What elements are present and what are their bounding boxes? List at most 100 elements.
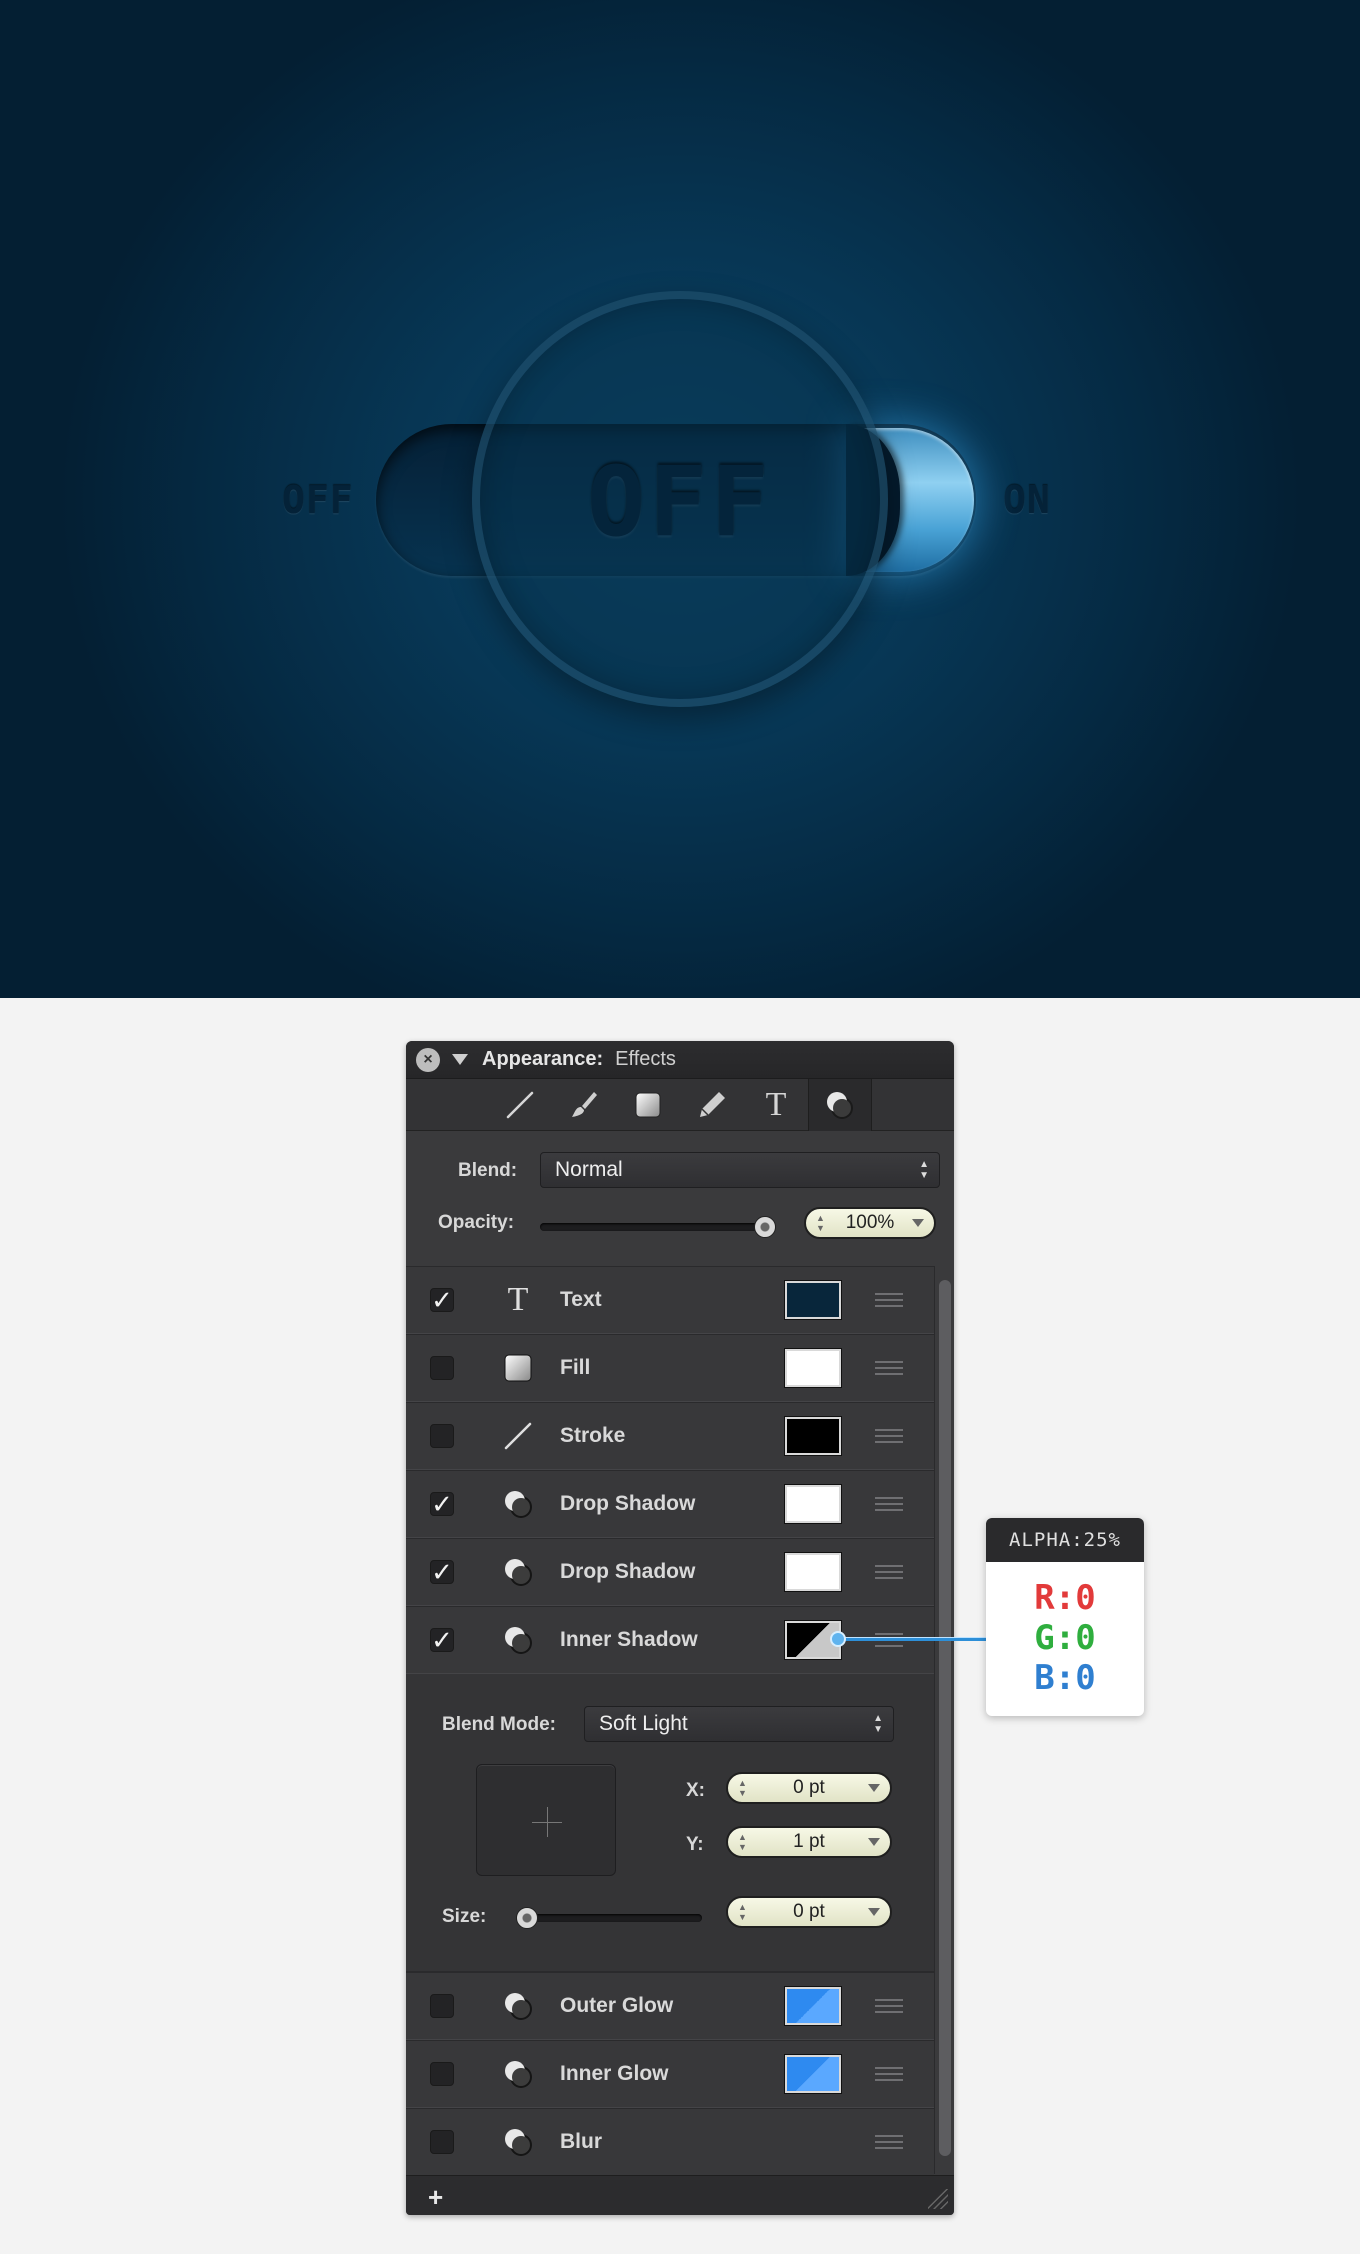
stepper-icon[interactable]: ▲ ▼ <box>738 1778 747 1798</box>
effect-checkbox[interactable]: ✓ <box>430 1627 454 1653</box>
x-offset-field[interactable]: ▲ ▼ 0 pt <box>726 1772 892 1804</box>
opacity-row: Opacity: <box>438 1212 514 1234</box>
effect-checkbox[interactable]: ✓ <box>430 1489 454 1519</box>
color-swatch[interactable] <box>785 1553 841 1591</box>
dropdown-icon[interactable] <box>868 1838 880 1846</box>
appearance-toolbar: T <box>406 1078 954 1131</box>
shadow-icon <box>500 1486 536 1522</box>
blue-value: B:0 <box>1034 1658 1096 1698</box>
color-swatch[interactable] <box>785 1485 841 1523</box>
effect-label: Drop Shadow <box>560 1560 696 1583</box>
dropdown-icon[interactable] <box>868 1784 880 1792</box>
shadow-icon <box>500 2124 536 2160</box>
add-effect-button[interactable]: + <box>428 2182 443 2213</box>
blend-label: Blend: <box>458 1160 518 1181</box>
effect-row[interactable]: Stroke <box>406 1402 934 1470</box>
effect-row[interactable]: Blur <box>406 2108 934 2176</box>
effects-tool-icon[interactable] <box>808 1078 872 1131</box>
y-offset-field[interactable]: ▲ ▼ 1 pt <box>726 1826 892 1858</box>
effect-checkbox[interactable] <box>430 1994 454 2018</box>
brush-tool-icon[interactable] <box>552 1079 616 1131</box>
text-icon: T <box>507 1281 529 1318</box>
color-swatch[interactable] <box>785 1281 841 1319</box>
dropdown-icon[interactable] <box>912 1219 924 1227</box>
size-field[interactable]: ▲ ▼ 0 pt <box>726 1896 892 1928</box>
effect-checkbox[interactable] <box>430 1424 454 1448</box>
text-tool-icon[interactable]: T <box>744 1079 808 1131</box>
stepper-icon[interactable]: ▲ ▼ <box>816 1213 825 1233</box>
panel-bottombar: + <box>406 2175 954 2215</box>
checkmark-icon: ✓ <box>431 1557 453 1587</box>
size-value: 0 pt <box>793 1901 825 1922</box>
effect-row[interactable]: ✓ Drop Shadow <box>406 1470 934 1538</box>
offset-origin-pad[interactable] <box>476 1764 616 1876</box>
effect-checkbox[interactable] <box>430 2062 454 2086</box>
panel-titlebar: × Appearance: Effects <box>406 1041 954 1079</box>
stroke-icon <box>500 1418 536 1454</box>
effect-label: Stroke <box>560 1424 626 1447</box>
select-arrows-icon: ▲ ▼ <box>919 1159 929 1181</box>
drag-handle-icon[interactable] <box>875 1361 903 1375</box>
pen-tool-icon[interactable] <box>680 1079 744 1131</box>
drag-handle-icon[interactable] <box>875 1497 903 1511</box>
checkmark-icon: ✓ <box>431 1489 453 1519</box>
close-icon[interactable]: × <box>416 1047 440 1072</box>
blend-mode-value: Soft Light <box>599 1712 688 1735</box>
effect-row[interactable]: ✓ Drop Shadow <box>406 1538 934 1606</box>
appearance-panel: × Appearance: Effects T Blend: Normal ▲ ▼ <box>406 1041 954 2215</box>
effect-row[interactable]: ✓ T Text <box>406 1266 934 1334</box>
color-swatch[interactable] <box>785 1349 841 1387</box>
opacity-field[interactable]: ▲ ▼ 100% <box>804 1207 936 1239</box>
color-swatch[interactable] <box>785 1417 841 1455</box>
drag-handle-icon[interactable] <box>875 1293 903 1307</box>
fill-tool-icon[interactable] <box>616 1079 680 1131</box>
stepper-icon[interactable]: ▲ ▼ <box>738 1902 747 1922</box>
shadow-icon <box>500 1988 536 2024</box>
shadow-icon <box>500 2056 536 2092</box>
drag-handle-icon[interactable] <box>875 1429 903 1443</box>
blend-select[interactable]: Normal ▲ ▼ <box>540 1152 940 1188</box>
drag-handle-icon[interactable] <box>875 1565 903 1579</box>
effect-checkbox[interactable] <box>430 2130 454 2154</box>
color-swatch[interactable] <box>785 1987 841 2025</box>
panel-subtitle: Effects <box>615 1048 676 1070</box>
effect-checkbox[interactable]: ✓ <box>430 1285 454 1315</box>
effect-row[interactable]: Outer Glow <box>406 1972 934 2040</box>
scrollbar-thumb[interactable] <box>939 1280 951 2156</box>
opacity-slider-knob[interactable] <box>754 1216 776 1238</box>
effect-checkbox[interactable]: ✓ <box>430 1557 454 1587</box>
blend-mode-label: Blend Mode: <box>442 1714 556 1735</box>
dropdown-icon[interactable] <box>868 1908 880 1916</box>
effect-label: Drop Shadow <box>560 1492 696 1515</box>
stepper-icon[interactable]: ▲ ▼ <box>738 1832 747 1852</box>
select-arrows-icon: ▲ ▼ <box>873 1713 883 1735</box>
x-label: X: <box>686 1780 705 1801</box>
red-value: R:0 <box>1034 1578 1096 1618</box>
color-info-callout: ALPHA:25% R:0 G:0 B:0 <box>986 1518 1144 1716</box>
inner-shadow-settings: Blend Mode: Soft Light ▲ ▼ X: ▲ ▼ 0 pt Y: … <box>406 1674 934 1972</box>
line-tool-icon[interactable] <box>488 1079 552 1131</box>
size-slider[interactable] <box>516 1907 702 1929</box>
drag-handle-icon[interactable] <box>875 2135 903 2149</box>
fill-icon <box>500 1350 536 1386</box>
effect-row[interactable]: Inner Glow <box>406 2040 934 2108</box>
opacity-label: Opacity: <box>438 1212 515 1233</box>
text-tool-glyph: T <box>765 1085 787 1123</box>
panel-scrollbar[interactable] <box>934 1266 954 2174</box>
opacity-slider[interactable] <box>540 1216 776 1238</box>
blend-mode-select[interactable]: Soft Light ▲ ▼ <box>584 1706 894 1742</box>
x-offset-value: 0 pt <box>793 1777 825 1798</box>
drag-handle-icon[interactable] <box>875 1999 903 2013</box>
size-slider-knob[interactable] <box>516 1907 538 1929</box>
checkmark-icon: ✓ <box>431 1285 453 1315</box>
effect-label: Inner Glow <box>560 2062 669 2085</box>
rgb-readout: R:0 G:0 B:0 <box>986 1562 1144 1698</box>
effect-label: Blur <box>560 2130 602 2153</box>
resize-grip-icon[interactable] <box>928 2189 948 2209</box>
effect-row[interactable]: Fill <box>406 1334 934 1402</box>
color-swatch[interactable] <box>785 2055 841 2093</box>
effect-checkbox[interactable] <box>430 1356 454 1380</box>
drag-handle-icon[interactable] <box>875 2067 903 2081</box>
disclosure-triangle-icon[interactable] <box>452 1054 468 1065</box>
shadow-icon <box>500 1622 536 1658</box>
